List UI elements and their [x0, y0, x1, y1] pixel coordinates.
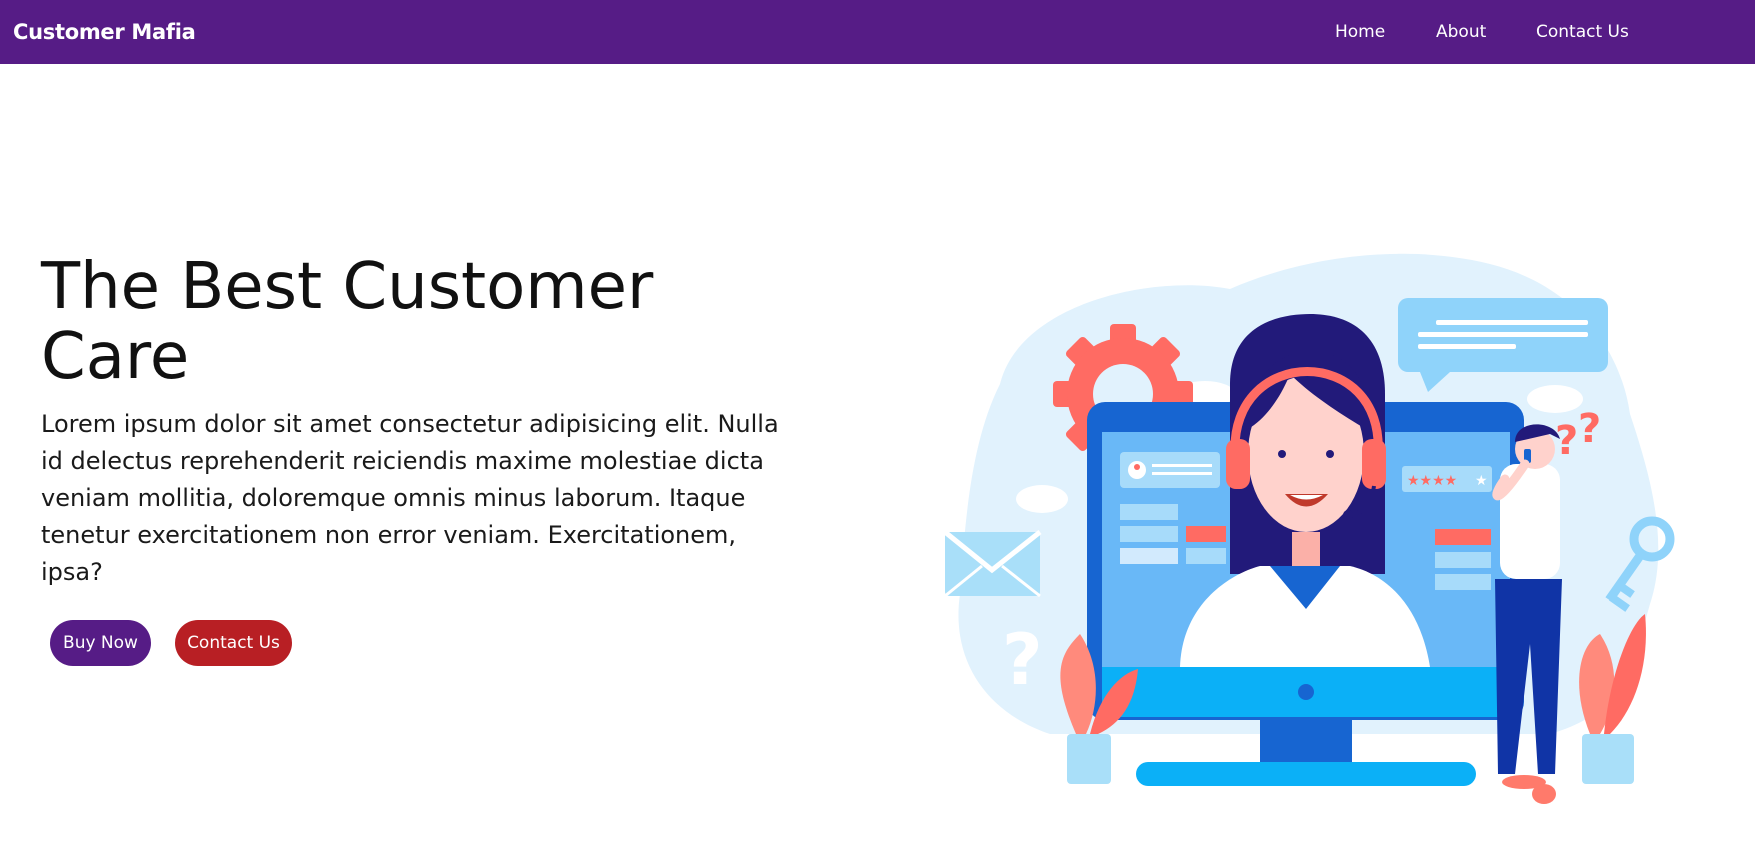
- svg-text:★: ★: [1475, 473, 1488, 489]
- navbar: Customer Mafia Home About Contact Us: [0, 0, 1755, 64]
- svg-text:?: ?: [1555, 418, 1578, 464]
- svg-text:★★★★: ★★★★: [1407, 473, 1457, 489]
- envelope-icon: [943, 530, 1042, 598]
- cloud-icon: [1016, 485, 1068, 513]
- svg-text:?: ?: [1578, 406, 1601, 452]
- man-on-phone-illustration: [1492, 424, 1562, 804]
- cloud-icon: [1527, 385, 1583, 413]
- buy-now-button[interactable]: Buy Now: [50, 620, 151, 666]
- hero-title: The Best Customer Care: [41, 250, 654, 394]
- question-mark-icon: ?: [1002, 619, 1043, 701]
- nav-link-about[interactable]: About: [1436, 22, 1486, 42]
- customer-support-illustration: ? ? ? ★★★★ ★: [943, 253, 1675, 804]
- nav-link-home[interactable]: Home: [1335, 22, 1385, 42]
- nav-link-contact[interactable]: Contact Us: [1536, 22, 1629, 42]
- contact-us-button[interactable]: Contact Us: [175, 620, 292, 666]
- brand-logo[interactable]: Customer Mafia: [13, 20, 196, 44]
- hero-description: Lorem ipsum dolor sit amet consectetur a…: [41, 410, 779, 586]
- hero-section: The Best Customer Care Lorem ipsum dolor…: [0, 64, 1755, 868]
